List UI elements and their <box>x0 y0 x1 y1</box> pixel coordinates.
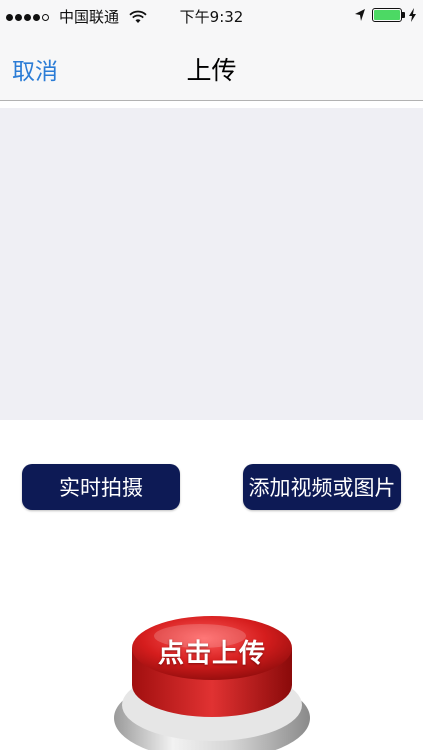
upload-label: 点击上传 <box>157 639 266 669</box>
status-right <box>354 8 417 22</box>
nav-bar: 取消 上传 <box>0 34 423 101</box>
charging-bolt-icon <box>409 8 416 22</box>
media-preview-area <box>0 108 423 420</box>
capture-button[interactable]: 实时拍摄 <box>22 464 180 510</box>
status-bar: 中国联通 下午9:32 <box>0 0 423 34</box>
red-push-button-icon <box>114 616 310 750</box>
location-arrow-icon <box>355 9 365 21</box>
battery-fill <box>374 10 400 20</box>
upload-button[interactable]: 点击上传 <box>112 600 312 750</box>
battery-icon <box>372 8 405 22</box>
page-title: 上传 <box>186 56 237 85</box>
add-media-button[interactable]: 添加视频或图片 <box>243 464 401 510</box>
